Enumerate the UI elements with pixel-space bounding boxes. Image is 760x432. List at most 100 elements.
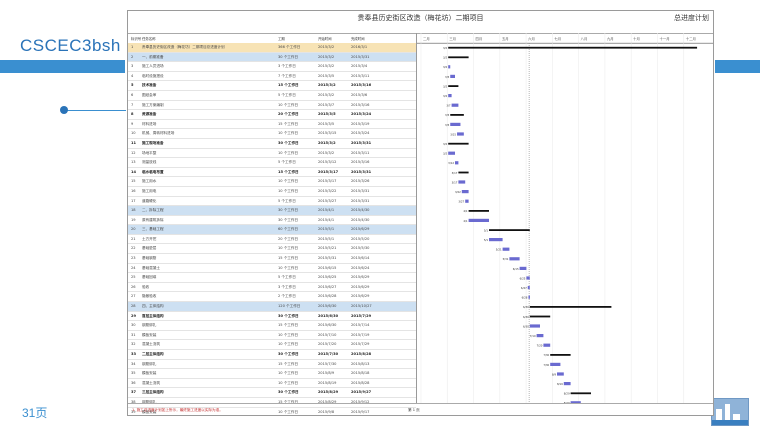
table-row[interactable]: 15 施工用水 10 个工作日 2015/3/17 2015/3/26	[128, 177, 416, 187]
table-row[interactable]: 35 模板安装 10 个工作日 2015/8/9 2015/8/18	[128, 369, 416, 379]
table-row[interactable]: 32 混凝土浇筑 10 个工作日 2015/7/20 2015/7/29	[128, 340, 416, 350]
table-row[interactable]: 28 四、主体结构 120 个工作日 2015/6/30 2015/10/27	[128, 302, 416, 312]
task-start: 2015/5/1	[318, 227, 335, 232]
table-row[interactable]: 26 验收 3 个工作日 2015/6/27 2015/6/29	[128, 283, 416, 293]
gantt-task-bar[interactable]	[536, 334, 544, 338]
gantt-task-bar[interactable]	[451, 103, 459, 107]
task-end: 2015/6/29	[351, 294, 370, 299]
table-row[interactable]: 7 施工方案编制 10 个工作日 2015/3/7 2015/3/16	[128, 101, 416, 111]
gantt-task-bar[interactable]	[458, 180, 466, 184]
task-duration: 10 个工作日	[278, 342, 299, 347]
gantt-task-bar[interactable]	[543, 343, 551, 347]
task-duration: 10 个工作日	[278, 188, 299, 193]
table-row[interactable]: 21 土方开挖 20 个工作日 2015/5/1 2015/5/20	[128, 235, 416, 245]
table-row[interactable]: 29 首层主体结构 30 个工作日 2015/6/30 2015/7/29	[128, 312, 416, 322]
gantt-summary-bar[interactable]	[448, 85, 459, 87]
task-id: 27	[131, 294, 136, 299]
gantt-task-bar[interactable]	[448, 65, 451, 69]
task-name: 钢筋绑扎	[142, 323, 157, 328]
table-row[interactable]: 8 资源准备 20 个工作日 2015/3/5 2015/3/24	[128, 110, 416, 120]
gantt-summary-bar[interactable]	[529, 315, 551, 318]
table-row[interactable]: 12 场地平整 10 个工作日 2015/3/2 2015/3/11	[128, 149, 416, 159]
gantt-summary-bar[interactable]	[448, 56, 469, 59]
gantt-task-bar[interactable]	[448, 94, 452, 98]
table-row[interactable]: 17 道路硬化 5 个工作日 2015/3/27 2015/3/31	[128, 197, 416, 207]
task-id: 36	[131, 380, 136, 385]
gantt-summary-bar[interactable]	[529, 306, 612, 308]
task-duration: 20 个工作日	[278, 236, 299, 241]
gantt-summary-bar[interactable]	[448, 46, 698, 49]
gantt-summary-bar[interactable]	[489, 229, 530, 231]
gantt-task-bar[interactable]	[465, 199, 469, 203]
gantt-date-label: 3/27	[458, 200, 464, 204]
table-row[interactable]: 34 钢筋绑扎 15 个工作日 2015/7/30 2015/8/13	[128, 360, 416, 370]
gantt-summary-bar[interactable]	[550, 354, 571, 356]
task-end: 2015/4/30	[351, 208, 370, 213]
task-duration: 366 个工作日	[278, 45, 301, 49]
gantt-summary-bar[interactable]	[458, 171, 469, 174]
table-row[interactable]: 3 施工人员进场 3 个工作日 2015/3/2 2015/3/4	[128, 62, 416, 72]
table-row[interactable]: 27 隐蔽验收 2 个工作日 2015/6/28 2015/6/29	[128, 292, 416, 303]
table-row[interactable]: 37 三层主体结构 30 个工作日 2015/8/29 2015/9/27	[128, 388, 416, 398]
task-id: 26	[131, 284, 136, 289]
gantt-task-bar[interactable]	[519, 266, 527, 270]
gantt-task-bar[interactable]	[455, 161, 459, 165]
task-end: 2015/8/28	[351, 352, 372, 356]
table-row[interactable]: 36 混凝土浇筑 10 个工作日 2015/8/19 2015/8/28	[128, 379, 416, 389]
task-name: 一、前期准备	[142, 54, 164, 59]
task-duration: 3 个工作日	[278, 64, 296, 69]
table-row[interactable]: 24 基础混凝土 10 个工作日 2015/6/15 2015/6/24	[128, 264, 416, 274]
table-row[interactable]: 25 基础回填 5 个工作日 2015/6/25 2015/6/29	[128, 273, 416, 283]
gantt-task-bar[interactable]	[529, 324, 540, 328]
table-row[interactable]: 30 钢筋绑扎 15 个工作日 2015/6/30 2015/7/14	[128, 321, 416, 331]
gantt-task-bar[interactable]	[527, 286, 530, 290]
task-start: 2015/3/2	[318, 140, 336, 145]
gantt-task-bar[interactable]	[550, 362, 561, 366]
table-row[interactable]: 1 贵奉县历史街区改造（梅花坊）二期项目总进度计划 366 个工作日 2015/3/2…	[128, 43, 416, 53]
gantt-date-label: 6/15	[513, 267, 519, 271]
task-duration: 5 个工作日	[278, 92, 296, 97]
task-start: 2015/6/30	[318, 304, 337, 309]
gantt-task-bar[interactable]	[528, 295, 530, 299]
table-row[interactable]: 6 图纸会审 5 个工作日 2015/3/2 2015/3/6	[128, 91, 416, 101]
gantt-task-bar[interactable]	[557, 372, 564, 376]
table-row[interactable]: 23 基础钢筋 15 个工作日 2015/5/31 2015/6/14	[128, 254, 416, 264]
table-row[interactable]: 18 二、拆除工程 30 个工作日 2015/4/1 2015/4/30	[128, 206, 416, 216]
col-header-start: 开始时间	[318, 37, 332, 41]
gantt-task-bar[interactable]	[448, 151, 455, 155]
table-row[interactable]: 14 临水临电布置 15 个工作日 2015/3/17 2015/3/31	[128, 168, 416, 178]
gantt-task-bar[interactable]	[461, 190, 469, 194]
gantt-task-bar[interactable]	[489, 238, 503, 242]
table-row[interactable]: 11 施工现场准备 30 个工作日 2015/3/2 2015/3/31	[128, 139, 416, 149]
task-duration: 10 个工作日	[278, 150, 299, 155]
gantt-task-bar[interactable]	[457, 132, 464, 136]
gantt-task-bar[interactable]	[468, 218, 489, 222]
table-row[interactable]: 5 技术准备 15 个工作日 2015/3/2 2015/3/16	[128, 81, 416, 91]
gantt-task-bar[interactable]	[450, 122, 461, 126]
gantt-summary-bar[interactable]	[448, 142, 469, 145]
gantt-task-bar[interactable]	[450, 74, 455, 78]
table-row[interactable]: 13 测量放线 5 个工作日 2015/3/12 2015/3/16	[128, 158, 416, 168]
gantt-summary-bar[interactable]	[570, 392, 591, 395]
table-row[interactable]: 19 原有建筑拆除 30 个工作日 2015/4/1 2015/4/30	[128, 216, 416, 226]
gantt-summary-bar[interactable]	[468, 210, 489, 212]
table-row[interactable]: 16 施工用电 10 个工作日 2015/3/22 2015/3/31	[128, 187, 416, 197]
table-row[interactable]: 20 三、基础工程 60 个工作日 2015/5/1 2015/6/29	[128, 225, 416, 235]
table-row[interactable]: 2 一、前期准备 30 个工作日 2015/3/2 2015/3/31	[128, 52, 416, 63]
gantt-task-bar[interactable]	[502, 247, 510, 251]
gantt-task-bar[interactable]	[563, 382, 571, 386]
table-row[interactable]: 4 临时设施搭设 7 个工作日 2015/3/5 2015/3/11	[128, 72, 416, 82]
table-row[interactable]: 33 二层主体结构 30 个工作日 2015/7/30 2015/8/28	[128, 350, 416, 360]
gantt-summary-bar[interactable]	[450, 114, 464, 116]
table-row[interactable]: 22 基础垫层 10 个工作日 2015/5/21 2015/5/30	[128, 244, 416, 255]
gantt-task-bar[interactable]	[509, 257, 520, 261]
table-row[interactable]: 31 模板安装 10 个工作日 2015/7/10 2015/7/19	[128, 331, 416, 341]
task-end: 2015/6/24	[351, 265, 370, 270]
task-duration: 30 个工作日	[278, 140, 299, 145]
task-duration: 5 个工作日	[278, 198, 296, 203]
table-row[interactable]: 10 机械、周转材料进场 10 个工作日 2015/3/15 2015/3/24	[128, 129, 416, 139]
task-name: 二、拆除工程	[142, 208, 164, 213]
gantt-task-bar[interactable]	[526, 276, 530, 280]
table-row[interactable]: 9 材料进场 15 个工作日 2015/3/5 2015/3/19	[128, 120, 416, 130]
gantt-date-label: 3/22	[455, 190, 461, 194]
